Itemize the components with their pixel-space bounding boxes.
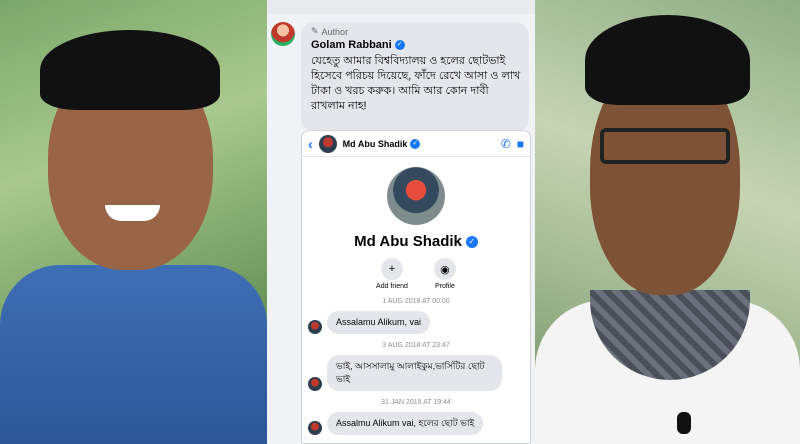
message-row: ভাই, আসসালামু আলাইকুম,ভার্সিটির ছোট ভাই	[302, 355, 530, 391]
contact-profile: Md Abu Shadik ✓ + Add friend ◉ Profile	[302, 157, 530, 290]
sender-avatar	[308, 377, 322, 391]
comment-author-name[interactable]: Golam Rabbani	[311, 39, 392, 51]
right-hair	[585, 15, 750, 105]
contact-actions: + Add friend ◉ Profile	[302, 258, 530, 290]
message-row: Assalamu Alikum, vai	[302, 311, 530, 334]
verified-badge-icon: ✓	[394, 40, 405, 50]
add-friend-icon: +	[380, 258, 403, 280]
header-contact-name: Md Abu Shadik	[342, 138, 408, 149]
message-date: 31 JAN 2019 AT 19:44	[381, 399, 451, 406]
message-bubble[interactable]: Assalmu Alikum vai, হলের ছোট ভাই	[327, 412, 484, 435]
header-contact: Md Abu Shadik ✓	[342, 138, 495, 149]
verified-badge-icon: ✓	[465, 235, 478, 248]
eyeglasses-icon	[600, 128, 730, 164]
message-bubble[interactable]: ভাই, আসসালামু আলাইকুম,ভার্সিটির ছোট ভাই	[327, 355, 502, 391]
sender-avatar	[308, 320, 322, 334]
contact-name: Md Abu Shadik ✓	[302, 233, 530, 250]
author-tag: ✎ Author	[311, 26, 521, 37]
comment-text: যেহেতু আমার বিশ্ববিদ্যালয় ও হলের ছোটভাই…	[311, 55, 521, 112]
messenger-header: ‹ Md Abu Shadik ✓ ✆ ■	[302, 131, 530, 157]
phone-icon[interactable]: ✆	[501, 137, 511, 151]
author-tag-label: Author	[321, 26, 349, 37]
facebook-comment-panel: ✎ Author Golam Rabbani ✓ যেহেতু আমার বিশ…	[267, 0, 535, 444]
pencil-icon: ✎	[311, 26, 319, 36]
profile-label: Profile	[435, 283, 455, 290]
right-person-photo	[535, 0, 800, 444]
commenter-avatar[interactable]	[271, 22, 295, 46]
comment-author[interactable]: Golam Rabbani ✓	[311, 39, 521, 51]
messenger-screenshot: ‹ Md Abu Shadik ✓ ✆ ■ Md Abu Shadik ✓ +	[301, 130, 531, 444]
message-row: Assalmu Alikum vai, হলের ছোট ভাই	[302, 412, 530, 435]
contact-name-text: Md Abu Shadik	[354, 233, 462, 250]
profile-icon: ◉	[433, 258, 456, 280]
message-date: 3 AUG 2018 AT 23:47	[382, 342, 450, 349]
back-arrow-icon[interactable]: ‹	[308, 136, 313, 152]
left-smile	[105, 205, 160, 221]
verified-badge-icon: ✓	[410, 138, 421, 149]
profile-button[interactable]: ◉ Profile	[433, 258, 456, 290]
microphone-icon	[677, 412, 691, 434]
left-shirt	[0, 265, 267, 444]
left-person-photo	[0, 0, 267, 444]
left-hair	[40, 30, 220, 110]
sender-avatar	[308, 421, 322, 435]
previous-comment-edge	[267, 0, 535, 14]
contact-avatar-small	[318, 134, 337, 153]
comment-bubble: ✎ Author Golam Rabbani ✓ যেহেতু আমার বিশ…	[301, 22, 529, 132]
composite-image: ✎ Author Golam Rabbani ✓ যেহেতু আমার বিশ…	[0, 0, 800, 444]
message-date: 1 AUG 2018 AT 00:00	[382, 298, 450, 305]
add-friend-label: Add friend	[376, 283, 408, 290]
contact-avatar-large	[387, 167, 445, 225]
add-friend-button[interactable]: + Add friend	[376, 258, 408, 290]
message-bubble[interactable]: Assalamu Alikum, vai	[327, 311, 431, 334]
video-call-icon[interactable]: ■	[517, 137, 524, 151]
